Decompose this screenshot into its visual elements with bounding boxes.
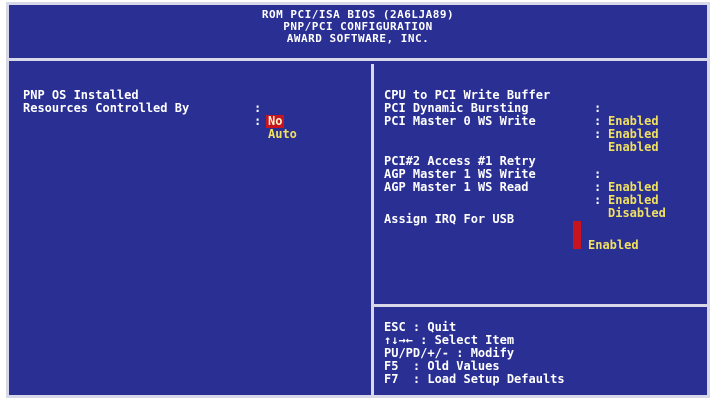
bios-header: ROM PCI/ISA BIOS (2A6LJA89) PNP/PCI CONF… xyxy=(9,5,707,61)
setting-label: PCI Master 0 WS Write xyxy=(384,114,536,128)
setting-value[interactable]: Auto xyxy=(268,128,297,141)
left-settings-panel: PNP OS Installed : No Resources Controll… xyxy=(9,64,374,395)
setting-colon: : xyxy=(254,114,262,128)
setting-label: Assign IRQ For USB xyxy=(384,212,515,226)
bios-vendor: AWARD SOFTWARE, INC. xyxy=(286,32,430,45)
help-load-defaults: F7 : Load Setup Defaults xyxy=(384,372,565,386)
bios-screen: ROM PCI/ISA BIOS (2A6LJA89) PNP/PCI CONF… xyxy=(6,2,710,398)
setting-colon: : xyxy=(594,127,602,141)
setting-value[interactable]: Enabled xyxy=(588,239,639,252)
key-help-panel: ESC : Quit ↑↓→← : Select Item PU/PD/+/- … xyxy=(374,304,707,395)
setting-resources-controlled-by[interactable]: Resources Controlled By : Auto xyxy=(23,89,323,154)
setting-assign-irq-for-usb[interactable]: Assign IRQ For USB : Enabled xyxy=(384,200,704,265)
blinking-cursor xyxy=(573,221,581,249)
setting-label: Resources Controlled By xyxy=(23,101,190,115)
setting-label: AGP Master 1 WS Read xyxy=(384,180,529,194)
right-settings-panel: CPU to PCI Write Buffer : Enabled PCI Dy… xyxy=(374,64,707,395)
